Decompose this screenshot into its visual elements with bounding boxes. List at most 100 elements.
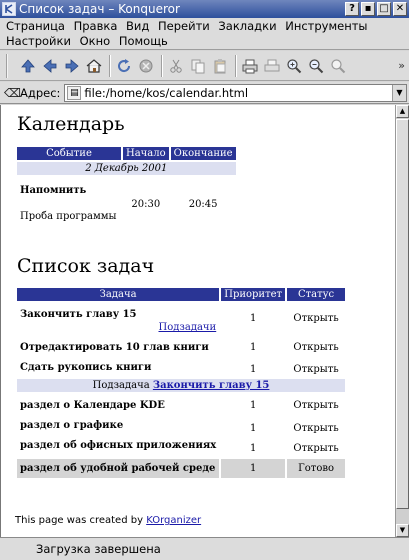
- location-label: Адрес:: [20, 85, 61, 100]
- task-name: раздел о Календаре KDE: [20, 400, 165, 411]
- task-name: раздел о графике: [20, 420, 124, 431]
- table-header-row: Событие Начало Окончание: [17, 147, 236, 160]
- tasks-heading: Список задач: [17, 255, 155, 277]
- home-icon[interactable]: [84, 55, 104, 77]
- event-end: 20:45: [188, 199, 218, 210]
- scroll-thumb[interactable]: [396, 119, 409, 509]
- task-name: Сдать рукопись книги: [20, 362, 152, 373]
- table-row: Закончить главу 15 Подзадачи 1 Открыть: [17, 303, 345, 334]
- stop-icon[interactable]: [136, 55, 156, 77]
- forward-icon[interactable]: [62, 55, 82, 77]
- table-row: раздел об офисных приложениях 1 Открыть: [17, 439, 345, 457]
- column-header-start: Начало: [123, 147, 169, 160]
- back-icon[interactable]: [40, 55, 60, 77]
- priority-cell: 1: [249, 363, 257, 375]
- minimize-button[interactable]: ▪: [361, 2, 375, 16]
- toolbar-separator: [235, 54, 237, 77]
- table-header-row: Задача Приоритет Статус: [17, 288, 346, 301]
- task-cell: Сдать рукопись книги: [17, 361, 219, 377]
- menu-window[interactable]: Окно: [80, 34, 111, 48]
- reload-icon[interactable]: [114, 55, 134, 77]
- priority-cell: 1: [249, 442, 257, 454]
- task-cell: раздел о Календаре KDE: [17, 394, 219, 417]
- scroll-down-button[interactable]: ▼: [396, 524, 409, 537]
- vertical-scrollbar[interactable]: ▲ ▼: [395, 105, 409, 537]
- subtask-header-cell: Подзадача Закончить главу 15: [17, 379, 346, 392]
- up-arrow-icon[interactable]: [18, 55, 38, 77]
- location-value: file:/home/kos/calendar.html: [84, 85, 249, 100]
- location-bar: ⌫ Адрес: ▤ file:/home/kos/calendar.html …: [0, 82, 409, 104]
- task-cell: Отредактировать 10 глав книги: [17, 336, 219, 359]
- column-header-end: Окончание: [170, 147, 236, 160]
- cut-icon[interactable]: [166, 55, 186, 77]
- korganizer-link[interactable]: KOrganizer: [146, 515, 201, 526]
- zoom-icon[interactable]: [328, 55, 348, 77]
- menu-settings[interactable]: Настройки: [6, 34, 71, 48]
- toolbar-overflow-button[interactable]: »: [398, 59, 405, 72]
- maximize-button[interactable]: □: [377, 2, 391, 16]
- footer-text: This page was created by: [15, 515, 143, 526]
- konqueror-icon[interactable]: [2, 2, 16, 16]
- menu-bookmarks[interactable]: Закладки: [218, 19, 276, 33]
- menu-tools[interactable]: Инструменты: [285, 19, 367, 33]
- menu-help[interactable]: Помощь: [119, 34, 168, 48]
- zoom-out-icon[interactable]: [306, 55, 326, 77]
- menu-go[interactable]: Перейти: [158, 19, 210, 33]
- calendar-table: Событие Начало Окончание 2 Декабрь 2001 …: [15, 145, 238, 225]
- subtask-label: Подзадача: [92, 380, 150, 391]
- menu-edit[interactable]: Правка: [74, 19, 118, 33]
- page-footer: This page was created by KOrganizer: [15, 515, 201, 526]
- table-row-done: раздел об удобной рабочей среде 1 Готово: [17, 459, 346, 478]
- column-header-priority: Приоритет: [221, 288, 286, 301]
- clear-location-icon[interactable]: ⌫: [4, 86, 21, 100]
- toolbar-separator: [161, 54, 163, 77]
- event-start: 20:30: [131, 199, 161, 210]
- print-icon[interactable]: [240, 55, 260, 77]
- column-header-task: Задача: [17, 288, 220, 301]
- status-cell: Открыть: [293, 400, 339, 411]
- task-cell: раздел о графике: [17, 419, 219, 437]
- location-dropdown-button[interactable]: ▼: [392, 84, 406, 101]
- main-toolbar: »: [0, 51, 409, 81]
- toolbar-handle[interactable]: [6, 53, 12, 78]
- column-header-status: Статус: [287, 288, 346, 301]
- status-bar: Загрузка завершена: [0, 537, 409, 560]
- status-cell: Открыть: [293, 363, 339, 375]
- table-row: раздел о графике 1 Открыть: [17, 419, 345, 437]
- calendar-heading: Календарь: [17, 113, 125, 135]
- task-cell: раздел об офисных приложениях: [17, 439, 219, 457]
- menu-bar: Страница Правка Вид Перейти Закладки Инс…: [0, 18, 409, 50]
- location-input[interactable]: ▤ file:/home/kos/calendar.html ▼: [64, 83, 407, 102]
- help-button[interactable]: ?: [345, 2, 359, 16]
- page-content: Календарь Событие Начало Окончание 2 Дек…: [0, 105, 395, 537]
- status-cell: Открыть: [293, 342, 339, 353]
- task-name: Закончить главу 15: [20, 309, 137, 320]
- table-row: Отредактировать 10 глав книги 1 Открыть: [17, 336, 345, 359]
- date-row: 2 Декабрь 2001: [17, 162, 236, 175]
- date-cell: 2 Декабрь 2001: [17, 162, 236, 175]
- event-name: Проба программы: [20, 211, 117, 222]
- html-file-icon: ▤: [67, 85, 82, 100]
- print-frame-icon[interactable]: [262, 55, 282, 77]
- table-row: Напомнить: [17, 177, 236, 197]
- task-name: раздел об удобной рабочей среде: [20, 463, 216, 474]
- menu-view[interactable]: Вид: [126, 19, 149, 33]
- task-name: раздел об офисных приложениях: [20, 440, 217, 451]
- priority-cell: 1: [249, 342, 257, 353]
- scroll-up-button[interactable]: ▲: [396, 105, 409, 118]
- subtasks-link[interactable]: Подзадачи: [159, 322, 217, 333]
- priority-cell: 1: [221, 459, 286, 478]
- priority-cell: 1: [249, 422, 257, 434]
- zoom-in-icon[interactable]: [284, 55, 304, 77]
- close-button[interactable]: ✕: [393, 2, 407, 16]
- task-name: Отредактировать 10 глав книги: [20, 342, 209, 353]
- table-row: раздел о Календаре KDE 1 Открыть: [17, 394, 345, 417]
- subtask-header-row: Подзадача Закончить главу 15: [17, 379, 346, 392]
- table-row: Проба программы 20:30 20:45: [17, 199, 236, 223]
- task-cell: раздел об удобной рабочей среде: [17, 459, 220, 478]
- parent-task-link[interactable]: Закончить главу 15: [153, 380, 270, 391]
- menu-page[interactable]: Страница: [6, 19, 65, 33]
- table-row: Сдать рукопись книги 1 Открыть: [17, 361, 345, 377]
- copy-icon[interactable]: [188, 55, 208, 77]
- paste-icon[interactable]: [210, 55, 230, 77]
